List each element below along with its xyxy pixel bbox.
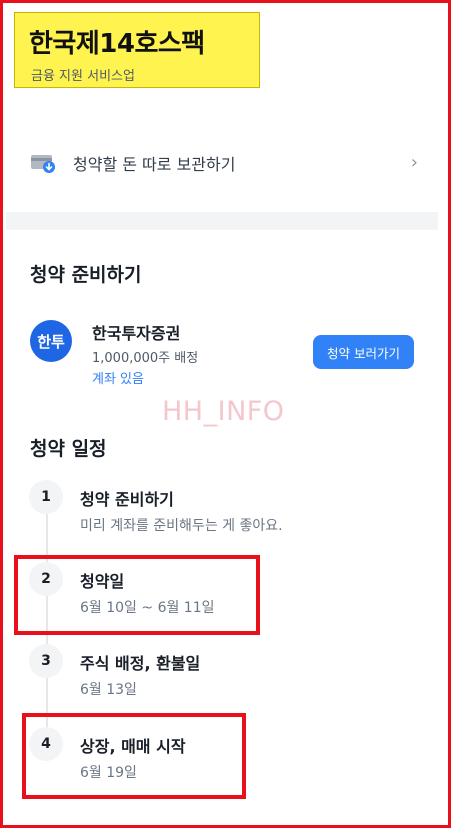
stock-industry: 금융 지원 서비스업 [31, 69, 135, 84]
prepare-section-title: 청약 준비하기 [30, 264, 142, 286]
go-subscribe-button[interactable]: 청약 보러가기 [313, 335, 414, 369]
chevron-right-icon: › [410, 152, 418, 173]
wallet-download-icon [30, 152, 56, 174]
highlight-box-subscription-date [14, 555, 260, 635]
highlight-box-listing-date [22, 713, 246, 799]
stock-title: 한국제14호스팩 [29, 29, 205, 59]
broker-name: 한국투자증권 [92, 324, 181, 343]
stock-header: 한국제14호스팩 금융 지원 서비스업 [14, 12, 260, 88]
separate-funds-row[interactable]: 청약할 돈 따로 보관하기 › [0, 138, 440, 186]
step-title: 주식 배정, 환불일 [80, 654, 201, 673]
step-number: 1 [29, 480, 63, 514]
broker-account-status[interactable]: 계좌 있음 [92, 368, 144, 387]
schedule-section-title: 청약 일정 [30, 438, 107, 460]
watermark: HH_INFO [162, 396, 285, 427]
broker-logo: 한투 [30, 320, 72, 362]
section-divider [6, 212, 438, 230]
separate-funds-label: 청약할 돈 따로 보관하기 [73, 155, 236, 174]
step-date: 미리 계좌를 준비해두는 게 좋아요. [80, 518, 283, 534]
step-date: 6월 13일 [80, 682, 137, 698]
step-title: 청약 준비하기 [80, 490, 174, 509]
step-number: 3 [29, 644, 63, 678]
broker-allocation: 1,000,000주 배정 [92, 351, 199, 366]
